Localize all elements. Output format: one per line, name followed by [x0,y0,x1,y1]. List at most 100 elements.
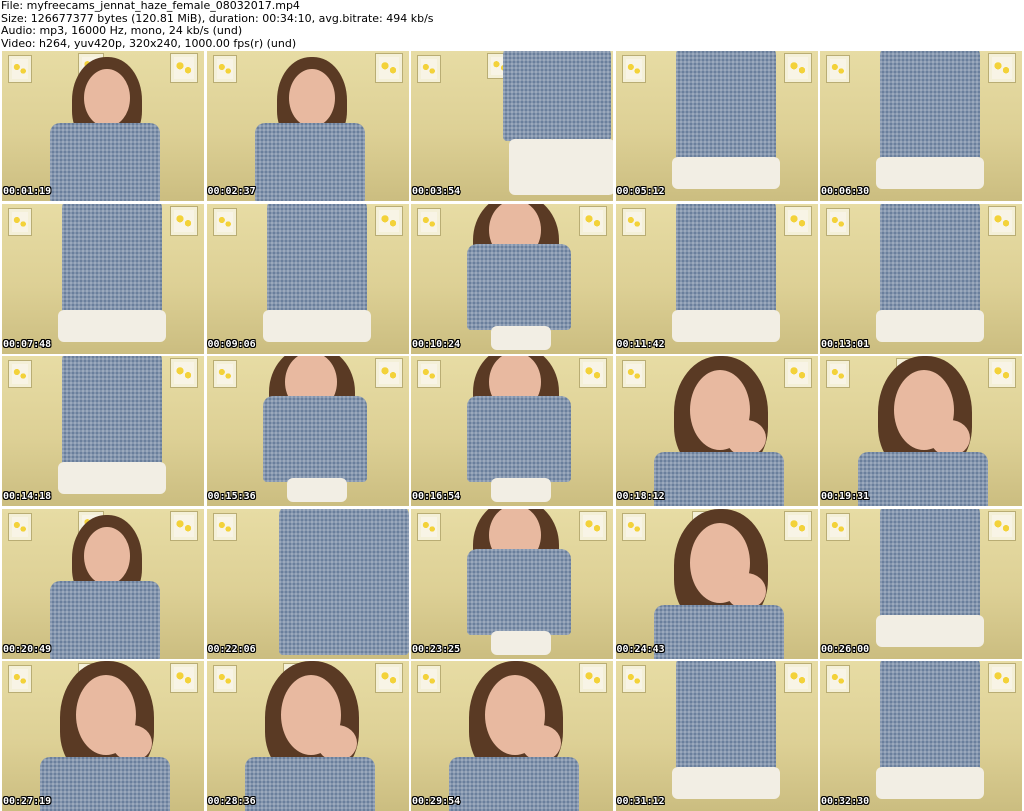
thumbnail-timestamp: 00:14:18 [3,491,52,502]
thumbnail-timestamp: 00:27:19 [3,796,52,807]
hand [725,572,766,609]
shorts [509,139,613,195]
video-thumbnail: 00:20:49 [2,508,204,659]
video-thumbnail: 00:03:54 [411,51,613,201]
video-thumbnail: 00:23:25 [411,508,613,659]
thumbnail-timestamp: 00:22:06 [207,643,256,655]
thumbnail-timestamp: 00:31:12 [616,796,665,807]
wall-picture [8,55,32,83]
wall-picture [212,665,237,693]
shorts [671,767,780,799]
video-thumbnail: 00:13:01 [820,203,1022,354]
shorts [491,478,551,502]
blouse [278,508,409,655]
wall-picture [621,665,646,693]
wall-picture [826,665,850,693]
thumbnail-timestamp: 00:15:36 [207,491,256,502]
wall-picture [8,665,32,693]
wall-picture [417,55,441,83]
wall-picture [374,358,403,388]
video-thumbnail: 00:27:19 [2,661,204,811]
thumbnail-timestamp: 00:24:43 [616,643,665,655]
thumbnail-timestamp: 00:26:00 [821,643,870,655]
thumbnail-timestamp: 00:07:48 [3,338,52,350]
shorts [671,157,780,189]
wall-picture [988,510,1016,541]
thumbnail-timestamp: 00:01:19 [3,186,52,197]
video-thumbnail: 00:18:12 [615,356,818,506]
thumbnail-timestamp: 00:28:36 [207,796,256,807]
blouse [40,757,170,811]
video-thumbnail: 00:22:06 [206,508,409,659]
video-thumbnail: 00:16:54 [411,356,613,506]
wall-picture [374,53,403,83]
shorts [286,478,347,502]
thumbnail-timestamp: 00:13:01 [821,338,870,350]
hand [521,725,561,761]
wall-picture [783,358,812,388]
blouse [675,661,776,773]
face [84,69,130,127]
thumbnail-grid: 00:01:19 00:02:37 00:03:54 00:05:12 00:06:30… [2,51,1022,811]
thumbnail-timestamp: 00:16:54 [412,491,461,502]
thumbnail-timestamp: 00:10:24 [412,338,461,350]
thumbnail-timestamp: 00:32:30 [821,796,870,807]
blouse [50,123,160,201]
shorts [876,767,984,799]
blouse [858,452,988,506]
wall-picture [374,205,403,236]
video-info-line: Video: h264, yuv420p, 320x240, 1000.00 f… [1,36,297,50]
wall-picture [212,55,237,83]
wall-picture [417,665,441,693]
wall-picture [988,663,1016,693]
video-thumbnail: 00:24:43 [615,508,818,659]
wall-picture [170,510,198,541]
wall-picture [170,663,198,693]
blouse [254,123,365,201]
video-thumbnail: 00:01:19 [2,51,204,201]
shorts [491,325,551,350]
blouse [675,51,776,163]
blouse [262,396,367,482]
blouse [467,396,571,482]
video-thumbnail: 00:06:30 [820,51,1022,201]
wall-picture [8,512,32,541]
blouse [880,51,980,163]
video-thumbnail: 00:02:37 [206,51,409,201]
wall-picture [212,207,237,236]
blouse [503,51,611,141]
thumbnail-timestamp: 00:03:54 [412,186,461,197]
thumbnail-timestamp: 00:11:42 [616,338,665,350]
blouse [62,203,162,316]
wall-picture [826,360,850,388]
video-thumbnail: 00:14:18 [2,356,204,506]
wall-picture [621,512,646,541]
wall-picture [579,510,607,541]
wall-picture [579,663,607,693]
blouse [449,757,579,811]
video-thumbnail: 00:19:31 [820,356,1022,506]
blouse [880,661,980,773]
thumbnail-timestamp: 00:19:31 [821,491,870,502]
wall-picture [8,207,32,236]
wall-picture [212,512,237,541]
shorts [876,614,984,647]
blouse [244,757,375,811]
wall-picture [783,53,812,83]
shorts [58,462,166,494]
wall-picture [783,510,812,541]
shorts [491,630,551,655]
thumbnail-timestamp: 00:20:49 [3,643,52,655]
video-thumbnail: 00:32:30 [820,661,1022,811]
wall-picture [988,53,1016,83]
shorts [876,309,984,342]
blouse [653,604,784,659]
wall-picture [621,55,646,83]
file-name-line: File: myfreecams_jennat_haze_female_0803… [1,0,300,12]
hand [725,420,766,456]
wall-picture [170,53,198,83]
hand [316,725,357,761]
video-thumbnail: 00:09:06 [206,203,409,354]
face [288,69,335,127]
shorts [876,157,984,189]
